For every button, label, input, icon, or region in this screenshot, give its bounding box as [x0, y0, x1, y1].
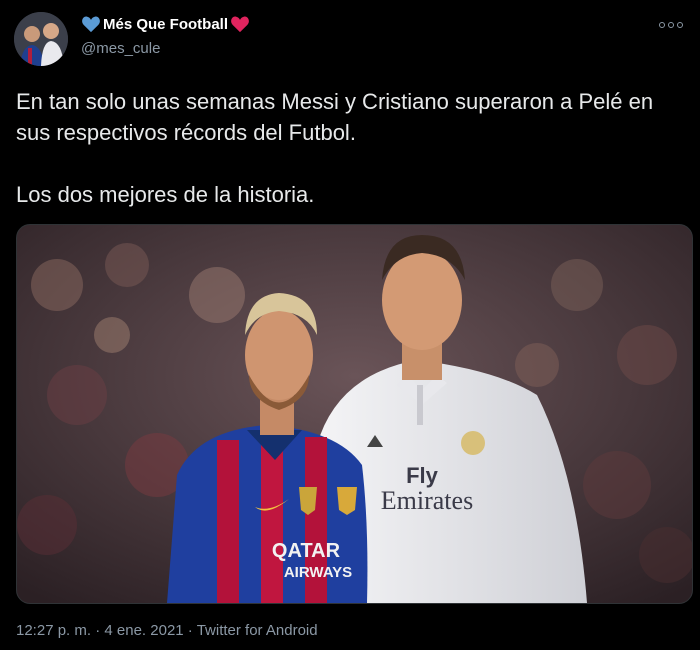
blue-heart-icon	[82, 16, 100, 33]
photo-illustration: Fly Emirates QATAR AIRWAYS	[17, 225, 692, 603]
meta-separator: ·	[183, 622, 197, 639]
sponsor-qatar: QATAR	[272, 540, 341, 562]
tweet-meta: 12:27 p. m. · 4 ene. 2021 · Twitter for …	[16, 622, 318, 639]
tweet-photo[interactable]: Fly Emirates QATAR AIRWAYS	[16, 224, 693, 604]
tweet-text: En tan solo unas semanas Messi y Cristia…	[16, 86, 686, 210]
tweet-paragraph-2: Los dos mejores de la historia.	[16, 182, 315, 207]
author-display-name: Més Que Football	[103, 15, 229, 33]
more-dot	[668, 22, 674, 28]
meta-separator: ·	[91, 622, 105, 639]
author-handle[interactable]: @mes_cule	[81, 40, 160, 57]
tweet-date[interactable]: 4 ene. 2021	[104, 622, 183, 639]
avatar[interactable]	[14, 12, 68, 66]
sponsor-emirates: Emirates	[381, 486, 473, 515]
tweet-source[interactable]: Twitter for Android	[197, 622, 318, 639]
tweet-card: Més Que Football @mes_cule En tan solo u…	[0, 0, 700, 650]
tweet-paragraph-1: En tan solo unas semanas Messi y Cristia…	[16, 89, 654, 145]
more-dot	[659, 22, 665, 28]
sponsor-airways: AIRWAYS	[284, 564, 352, 581]
red-heart-icon	[231, 16, 249, 33]
sponsor-fly: Fly	[406, 463, 439, 488]
more-dot	[677, 22, 683, 28]
tweet-time[interactable]: 12:27 p. m.	[16, 622, 91, 639]
more-options-icon[interactable]	[659, 22, 683, 28]
author-name[interactable]: Més Que Football	[81, 15, 250, 33]
